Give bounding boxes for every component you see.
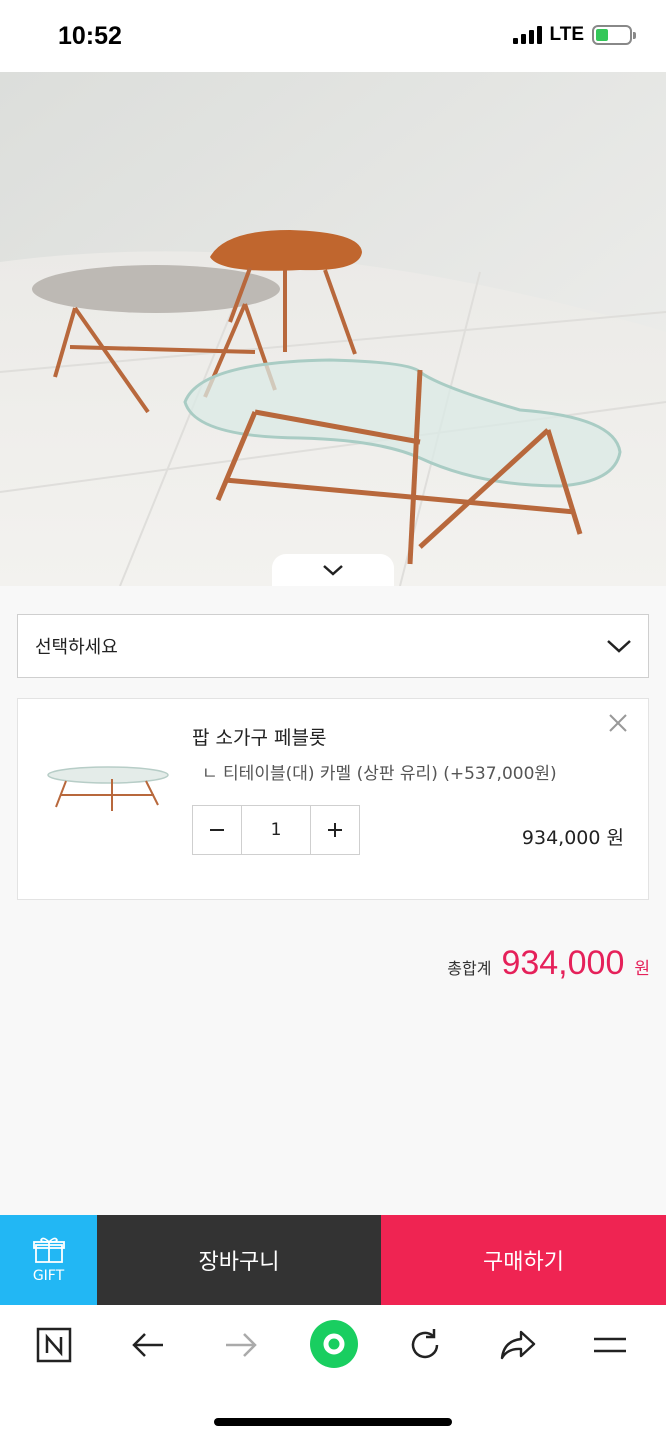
plus-button[interactable] — [311, 806, 359, 854]
collapse-tab[interactable] — [272, 554, 394, 586]
forward-arrow-icon[interactable] — [219, 1323, 263, 1367]
gift-button[interactable]: GIFT — [0, 1215, 97, 1305]
green-home-icon[interactable] — [308, 1318, 360, 1370]
total-summary: 총합계 934,000 원 — [447, 944, 650, 983]
total-unit: 원 — [634, 959, 650, 979]
product-option: ㄴ 티테이블(대) 카멜 (상판 유리) (+537,000원) — [202, 764, 557, 784]
quantity-value[interactable]: 1 — [241, 806, 311, 854]
signal-icon — [512, 26, 542, 44]
cart-item: 팝 소가구 페블롯 ㄴ 티테이블(대) 카멜 (상판 유리) (+537,000… — [17, 698, 649, 900]
product-name: 팝 소가구 페블롯 — [192, 727, 327, 749]
action-bar: GIFT 장바구니 구매하기 — [0, 1215, 666, 1305]
refresh-icon[interactable] — [403, 1323, 447, 1367]
cart-button[interactable]: 장바구니 — [97, 1215, 381, 1305]
plus-icon — [328, 823, 342, 837]
minus-icon — [210, 829, 224, 831]
gift-icon — [32, 1237, 65, 1263]
minus-button[interactable] — [193, 806, 241, 854]
total-label: 총합계 — [447, 959, 492, 978]
status-bar: 10:52 LTE — [0, 0, 666, 72]
product-thumbnail — [46, 759, 170, 819]
buy-button[interactable]: 구매하기 — [381, 1215, 666, 1305]
item-price: 934,000 원 — [521, 827, 624, 849]
chevron-down-icon — [607, 640, 631, 653]
menu-icon[interactable] — [588, 1323, 632, 1367]
product-image — [0, 72, 666, 586]
status-indicators: LTE — [512, 24, 636, 46]
gift-label: GIFT — [32, 1268, 65, 1284]
back-arrow-icon[interactable] — [126, 1323, 170, 1367]
home-indicator — [214, 1418, 452, 1426]
select-placeholder: 선택하세요 — [35, 637, 118, 658]
network-label: LTE — [549, 24, 584, 45]
quantity-stepper: 1 — [192, 805, 360, 855]
chevron-down-icon — [323, 565, 343, 576]
battery-icon — [592, 25, 636, 45]
option-select[interactable]: 선택하세요 — [17, 614, 649, 678]
share-icon[interactable] — [496, 1323, 540, 1367]
close-icon[interactable] — [606, 711, 630, 735]
status-time: 10:52 — [58, 22, 122, 50]
naver-n-icon[interactable] — [32, 1323, 76, 1367]
total-amount: 934,000 — [501, 944, 625, 982]
